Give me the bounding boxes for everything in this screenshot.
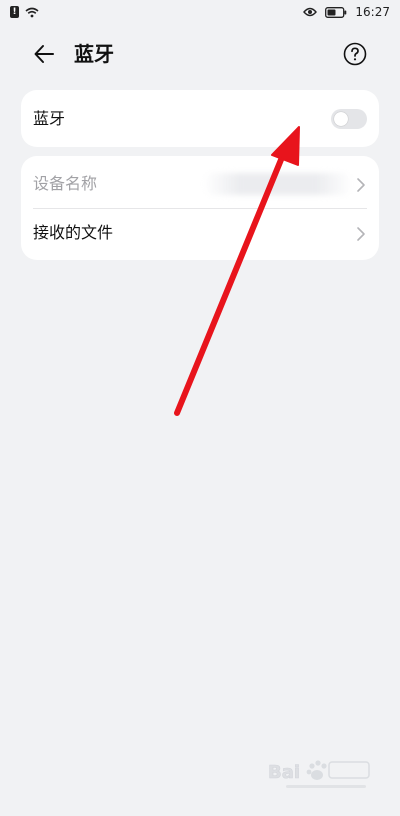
- status-right: 16:27: [303, 5, 390, 19]
- status-time: 16:27: [355, 5, 390, 19]
- settings-list-card: 设备名称 接收的文件: [21, 156, 379, 260]
- wifi-icon: [25, 7, 39, 17]
- chevron-right-icon: [357, 178, 365, 192]
- eye-icon: [303, 7, 318, 17]
- device-name-label: 设备名称: [33, 174, 98, 193]
- bluetooth-toggle-switch[interactable]: [331, 109, 367, 129]
- app-header: 蓝牙: [0, 34, 400, 74]
- battery-icon: [325, 6, 347, 18]
- toggle-knob: [334, 112, 348, 126]
- baidu-watermark-logo-icon: Bai: [268, 760, 370, 788]
- svg-text:Bai: Bai: [268, 762, 300, 783]
- chevron-right-icon: [357, 227, 365, 241]
- bluetooth-card: 蓝牙: [21, 90, 379, 147]
- bluetooth-label: 蓝牙: [33, 109, 66, 128]
- list-item-device-name[interactable]: 设备名称: [21, 160, 379, 208]
- status-bar: ! 16:27: [0, 0, 400, 26]
- list-item-received-files[interactable]: 接收的文件: [21, 209, 379, 257]
- bluetooth-toggle-row[interactable]: 蓝牙: [21, 90, 379, 147]
- status-left: !: [10, 6, 39, 18]
- page-title: 蓝牙: [74, 42, 114, 66]
- received-files-label: 接收的文件: [33, 223, 114, 242]
- alert-icon: !: [10, 6, 19, 18]
- help-circle-icon[interactable]: [343, 42, 367, 66]
- arrow-left-icon[interactable]: [32, 42, 56, 66]
- device-name-value-obscured: [203, 173, 353, 195]
